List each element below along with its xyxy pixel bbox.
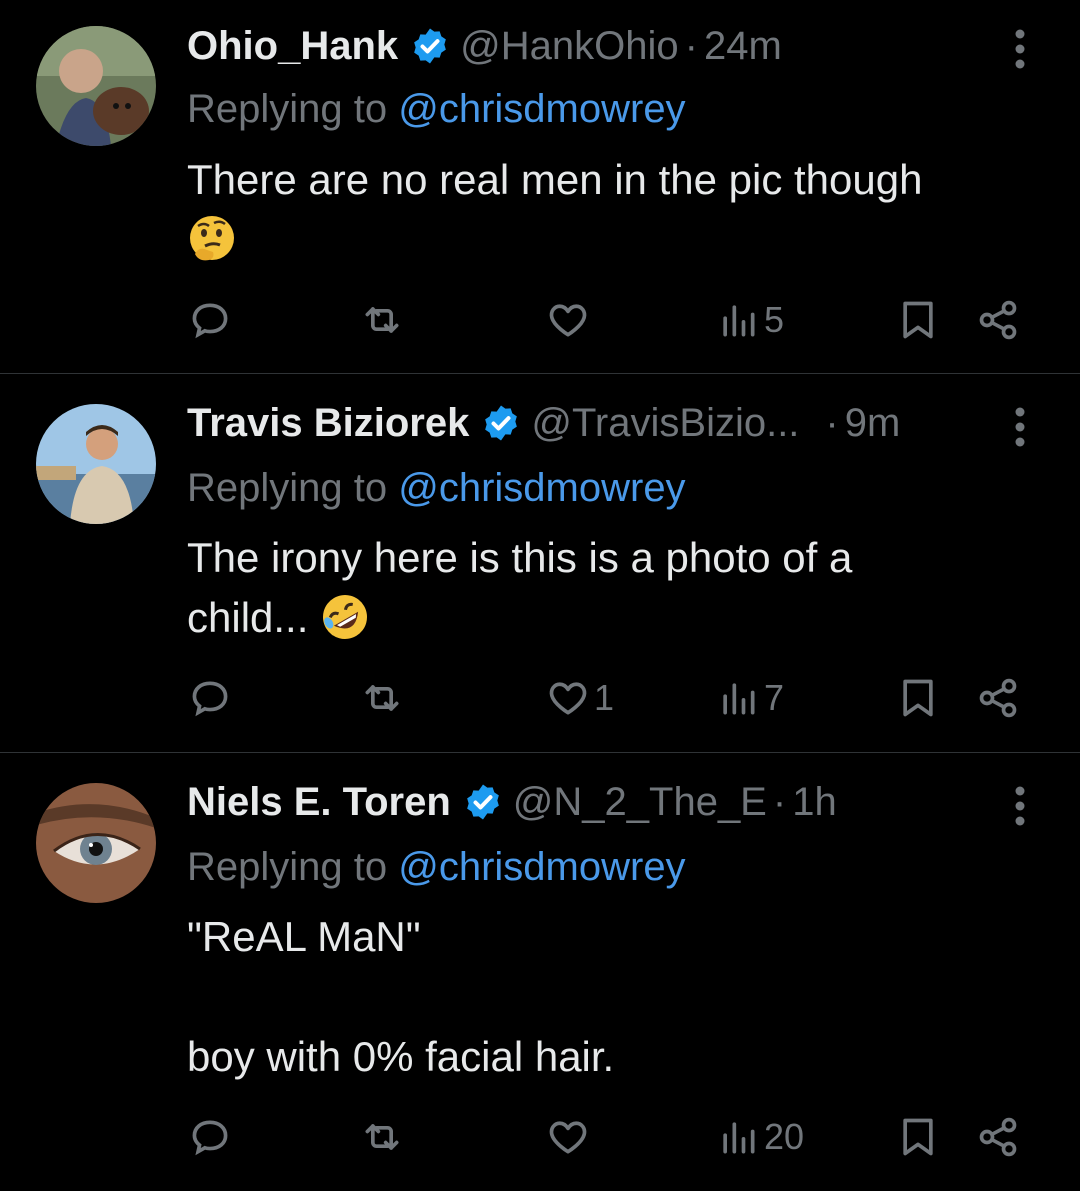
views-count: 7 xyxy=(764,677,785,718)
tweet-text: "ReAL MaN" boy with 0% facial hair. xyxy=(187,907,1017,1087)
thinking-face-icon xyxy=(190,216,234,261)
tweet-text-line: child... xyxy=(187,588,1017,648)
views-icon xyxy=(723,305,755,337)
replying-handle-link[interactable]: @chrisdmowrey xyxy=(398,466,685,510)
user-handle[interactable]: @TravisBizio... xyxy=(531,401,799,446)
tweet-actions: 20 xyxy=(0,1107,1080,1167)
views-button[interactable]: 7 xyxy=(716,668,784,728)
more-icon[interactable] xyxy=(1002,24,1038,74)
avatar-image xyxy=(36,26,156,146)
tweet-text-line: The irony here is this is a photo of a xyxy=(187,534,853,581)
like-icon xyxy=(549,304,587,337)
tweet-text: The irony here is this is a photo of a c… xyxy=(187,528,1017,648)
tweet-2[interactable]: Travis Biziorek @TravisBizio... · 9m Rep… xyxy=(0,374,1080,752)
display-name[interactable]: Travis Biziorek xyxy=(187,401,469,446)
display-name[interactable]: Ohio_Hank xyxy=(187,24,398,69)
replying-prefix: Replying to xyxy=(187,845,399,889)
views-icon xyxy=(723,683,755,715)
like-button[interactable]: 1 xyxy=(546,668,614,728)
bookmark-icon xyxy=(903,679,933,717)
tweet-actions: 5 xyxy=(0,290,1080,350)
retweet-icon xyxy=(365,685,399,711)
avatar-ohio-hank[interactable] xyxy=(36,26,156,146)
retweet-icon xyxy=(365,1124,399,1150)
avatar-niels-toren[interactable] xyxy=(36,783,156,903)
tweet-header: Ohio_Hank @HankOhio · 24m xyxy=(187,21,960,71)
bookmark-button[interactable] xyxy=(896,290,940,350)
avatar-image xyxy=(36,404,156,524)
like-icon xyxy=(549,1121,587,1154)
separator-dot: · xyxy=(825,400,839,445)
reply-icon xyxy=(192,1120,228,1156)
tweet-text-line: "ReAL MaN" xyxy=(187,913,421,960)
tweet-text-fragment: child... xyxy=(187,594,309,641)
replying-prefix: Replying to xyxy=(187,466,399,510)
verified-badge-icon xyxy=(414,28,446,64)
separator-dot: · xyxy=(684,23,698,68)
avatar-travis-biziorek[interactable] xyxy=(36,404,156,524)
tweet-3[interactable]: Niels E. Toren @N_2_The_E · 1h Replying … xyxy=(0,753,1080,1191)
like-icon xyxy=(549,682,587,715)
views-count: 5 xyxy=(764,299,785,340)
replying-handle-link[interactable]: @chrisdmowrey xyxy=(398,845,685,889)
share-icon xyxy=(979,1117,1017,1157)
separator-dot: · xyxy=(772,779,787,824)
tweet-text-line: boy with 0% facial hair. xyxy=(187,1033,615,1080)
like-button[interactable] xyxy=(546,290,594,350)
views-button[interactable]: 5 xyxy=(716,290,784,350)
tweet-text-line xyxy=(187,210,1017,270)
retweet-button[interactable] xyxy=(360,1107,408,1167)
tweet-header: Niels E. Toren @N_2_The_E · 1h xyxy=(187,777,960,827)
more-icon[interactable] xyxy=(1002,781,1038,831)
tweet-text-line: There are no real men in the pic though xyxy=(187,156,923,203)
replying-to: Replying to @chrisdmowrey xyxy=(187,845,686,890)
user-handle[interactable]: @N_2_The_E xyxy=(513,780,767,825)
retweet-button[interactable] xyxy=(360,668,408,728)
views-count: 20 xyxy=(764,1116,805,1157)
bookmark-button[interactable] xyxy=(896,1107,940,1167)
rolling-on-floor-laughing-icon xyxy=(323,595,368,639)
bookmark-icon xyxy=(903,1118,933,1156)
reply-button[interactable] xyxy=(188,668,236,728)
verified-badge-icon xyxy=(466,784,499,820)
views-button[interactable]: 20 xyxy=(716,1107,804,1167)
share-button[interactable] xyxy=(976,290,1020,350)
reply-icon xyxy=(192,303,228,339)
replying-prefix: Replying to xyxy=(187,87,399,131)
like-count: 1 xyxy=(594,677,615,718)
avatar-image xyxy=(36,783,156,903)
reply-icon xyxy=(192,681,228,717)
retweet-icon xyxy=(365,307,399,333)
more-icon[interactable] xyxy=(1002,402,1038,452)
views-icon xyxy=(723,1122,755,1154)
display-name[interactable]: Niels E. Toren xyxy=(187,780,451,825)
tweet-header: Travis Biziorek @TravisBizio... · 9m xyxy=(187,398,960,448)
tweet-1[interactable]: Ohio_Hank @HankOhio · 24m Replying to @c… xyxy=(0,0,1080,373)
retweet-button[interactable] xyxy=(360,290,408,350)
timestamp[interactable]: 9m xyxy=(845,401,901,446)
tweet-text: There are no real men in the pic though xyxy=(187,150,1017,270)
bookmark-icon xyxy=(903,301,933,339)
timestamp[interactable]: 24m xyxy=(704,24,782,69)
timestamp[interactable]: 1h xyxy=(792,780,837,825)
reply-button[interactable] xyxy=(188,290,236,350)
share-icon xyxy=(979,300,1017,340)
replying-to: Replying to @chrisdmowrey xyxy=(187,466,686,511)
share-button[interactable] xyxy=(976,1107,1020,1167)
like-button[interactable] xyxy=(546,1107,594,1167)
share-icon xyxy=(979,678,1017,718)
share-button[interactable] xyxy=(976,668,1020,728)
reply-button[interactable] xyxy=(188,1107,236,1167)
replying-handle-link[interactable]: @chrisdmowrey xyxy=(398,87,685,131)
verified-badge-icon xyxy=(485,405,518,441)
replying-to: Replying to @chrisdmowrey xyxy=(187,87,686,132)
bookmark-button[interactable] xyxy=(896,668,940,728)
user-handle[interactable]: @HankOhio xyxy=(460,24,678,69)
tweet-actions: 1 7 xyxy=(0,668,1080,728)
